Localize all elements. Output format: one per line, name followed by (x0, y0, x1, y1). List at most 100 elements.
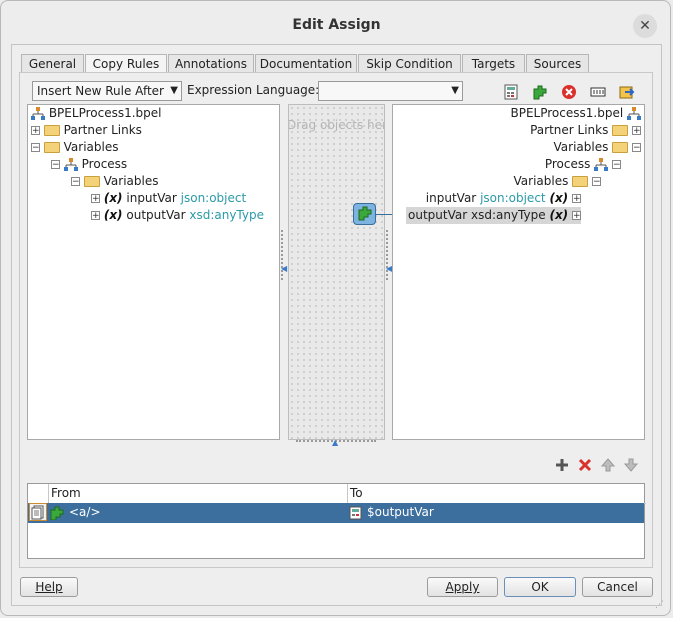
tab-general[interactable]: General (21, 54, 84, 73)
copy-list-icon[interactable] (618, 83, 636, 101)
source-var-outputvar[interactable]: + (x) outputVar xsd:anyType (91, 207, 264, 224)
collapse-icon[interactable]: − (51, 160, 60, 170)
var-name: outputVar (126, 208, 186, 222)
column-header-from[interactable]: From (49, 484, 348, 504)
literal-icon[interactable] (589, 83, 607, 101)
collapse-icon[interactable]: − (632, 143, 641, 153)
tab-annotations[interactable]: Annotations (168, 54, 254, 73)
expand-icon[interactable]: + (91, 194, 100, 204)
target-process-label: Process (544, 157, 591, 171)
close-icon: ✕ (639, 18, 651, 34)
source-tree[interactable]: BPELProcess1.bpel + Partner Links − Vari… (27, 104, 280, 440)
variable-icon: (x) (103, 191, 123, 205)
source-process-variables[interactable]: − Variables (71, 173, 159, 190)
expression-builder-icon[interactable] (503, 83, 521, 101)
target-process[interactable]: Process − (545, 156, 621, 173)
expand-icon[interactable]: + (31, 126, 40, 136)
variable-icon: (x) (549, 191, 569, 205)
source-partner-links[interactable]: + Partner Links (31, 122, 142, 139)
insert-mode-value: Insert New Rule After (37, 84, 164, 98)
tab-targets[interactable]: Targets (462, 54, 525, 73)
dialog-title: Edit Assign (292, 17, 381, 33)
apply-button-label: Apply (445, 580, 480, 594)
move-down-icon[interactable] (623, 457, 639, 473)
source-root-label: BPELProcess1.bpel (48, 106, 162, 120)
folder-open-icon (83, 176, 100, 187)
expand-icon[interactable]: + (632, 126, 641, 136)
tab-sources[interactable]: Sources (526, 54, 589, 73)
target-partner-links[interactable]: Partner Links + (530, 122, 641, 139)
rule-from: <a/> (69, 505, 101, 519)
target-var-inputvar[interactable]: inputVar json:object (x) + (426, 190, 581, 207)
delete-icon[interactable] (560, 83, 578, 101)
expression-language-select[interactable]: ▼ (318, 81, 463, 101)
collapse-icon[interactable]: − (592, 177, 601, 187)
collapse-icon[interactable]: − (31, 143, 40, 153)
expand-icon[interactable]: + (572, 211, 581, 221)
table-row[interactable]: <a/> $outputVar (28, 503, 644, 523)
resize-grip-icon[interactable]: ⋰ (655, 600, 664, 610)
add-icon[interactable] (554, 457, 570, 473)
canvas-hint: Drag objects here (288, 118, 385, 132)
apply-button[interactable]: Apply (427, 577, 498, 597)
row-header-cell[interactable] (29, 503, 47, 521)
ok-button[interactable]: OK (504, 577, 576, 597)
target-partner-links-label: Partner Links (530, 123, 609, 137)
mapping-canvas[interactable]: Drag objects here (288, 104, 385, 440)
expand-icon[interactable]: + (572, 194, 581, 204)
expand-icon[interactable]: + (91, 211, 100, 221)
move-up-icon[interactable] (600, 457, 616, 473)
ok-button-label: OK (531, 580, 549, 594)
help-button[interactable]: Help (20, 577, 78, 597)
expression-icon (348, 505, 363, 523)
target-process-variables[interactable]: Variables − (513, 173, 601, 190)
folder-open-icon (572, 176, 589, 187)
remove-icon[interactable] (577, 457, 593, 473)
chevron-left-icon[interactable]: ◀ (281, 264, 287, 273)
variable-icon: (x) (103, 208, 123, 222)
close-button[interactable]: ✕ (633, 14, 657, 38)
xml-fragment-icon (358, 206, 372, 221)
target-tree[interactable]: BPELProcess1.bpel Partner Links + Variab… (392, 104, 645, 440)
process-icon (63, 157, 78, 171)
source-root[interactable]: BPELProcess1.bpel (31, 105, 162, 122)
column-header-to[interactable]: To (348, 484, 646, 504)
document-icon (31, 505, 44, 520)
target-var-outputvar[interactable]: outputVar xsd:anyType (x) + (406, 207, 581, 224)
table-header-spacer (28, 484, 49, 504)
copy-rules-table[interactable]: From To <a/> $outputVar (27, 483, 646, 559)
source-process[interactable]: − Process (51, 156, 127, 173)
tab-copy-rules[interactable]: Copy Rules (85, 54, 167, 74)
cancel-button[interactable]: Cancel (582, 577, 653, 597)
insert-mode-select[interactable]: Insert New Rule After ▼ (32, 81, 182, 101)
target-variables[interactable]: Variables − (554, 139, 641, 156)
target-process-variables-label: Variables (513, 174, 569, 188)
xml-fragment-node[interactable] (353, 203, 376, 225)
chevron-up-icon[interactable]: ▲ (332, 438, 338, 447)
collapse-icon[interactable]: − (612, 160, 621, 170)
tab-skip-condition[interactable]: Skip Condition (358, 54, 461, 73)
var-type: json:object (180, 191, 247, 205)
target-root[interactable]: BPELProcess1.bpel (510, 105, 641, 122)
source-process-variables-label: Variables (103, 174, 159, 188)
cancel-button-label: Cancel (597, 580, 638, 594)
target-root-label: BPELProcess1.bpel (510, 106, 624, 120)
xml-fragment-icon[interactable] (531, 83, 549, 101)
var-name: inputVar (126, 191, 177, 205)
source-process-label: Process (81, 157, 128, 171)
folder-icon (43, 125, 60, 136)
var-type: json:object (480, 191, 546, 205)
source-variables[interactable]: − Variables (31, 139, 119, 156)
chevron-down-icon: ▼ (451, 85, 459, 96)
source-partner-links-label: Partner Links (63, 123, 142, 137)
chevron-down-icon: ▼ (170, 85, 178, 96)
source-var-inputvar[interactable]: + (x) inputVar json:object (91, 190, 246, 207)
var-type: xsd:anyType (189, 208, 264, 222)
collapse-icon[interactable]: − (71, 177, 80, 187)
variable-icon: (x) (549, 208, 569, 222)
process-icon (594, 157, 609, 171)
process-icon (627, 106, 641, 120)
rule-to: $outputVar (367, 505, 434, 519)
var-name: inputVar (425, 191, 477, 205)
tab-documentation[interactable]: Documentation (255, 54, 357, 73)
